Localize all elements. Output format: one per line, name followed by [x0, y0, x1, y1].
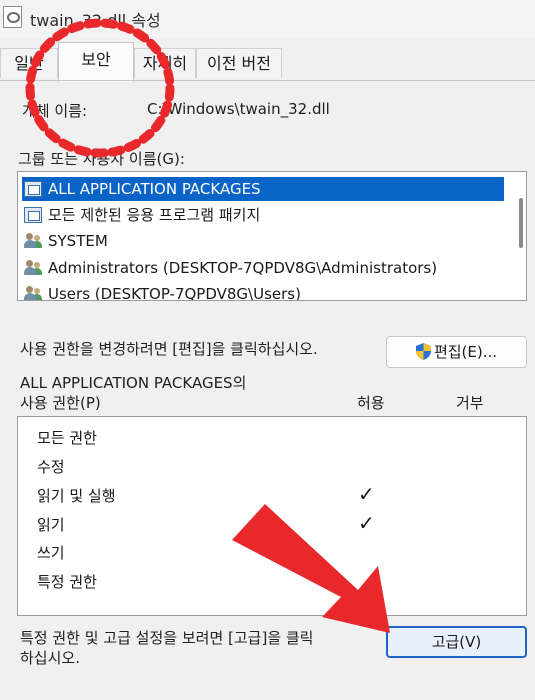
group-item[interactable]: Users (DESKTOP-7QPDV8G\Users): [22, 282, 504, 300]
users-icon: [24, 233, 42, 249]
allow-check-icon: ✓: [358, 482, 375, 506]
group-item[interactable]: ALL APPLICATION PACKAGES: [22, 177, 504, 201]
tab-general[interactable]: 일반: [0, 48, 58, 78]
advanced-button-label: 고급(V): [431, 633, 482, 651]
permission-label: 모든 권한: [37, 429, 97, 447]
groups-listbox[interactable]: ALL APPLICATION PACKAGES 모든 제한된 응용 프로그램 …: [17, 171, 527, 301]
object-name-value: C:\Windows\twain_32.dll: [147, 100, 330, 118]
permissions-subheader: 사용 권한(P): [20, 394, 101, 412]
allow-column-header: 허용: [357, 394, 385, 412]
advanced-hint-line2: 하십시오.: [20, 649, 80, 667]
group-item[interactable]: SYSTEM: [22, 229, 504, 253]
group-item-label: SYSTEM: [48, 232, 108, 250]
permission-label: 쓰기: [37, 544, 65, 562]
package-icon: [24, 181, 42, 197]
groups-scrollbar[interactable]: [519, 198, 523, 248]
users-icon: [24, 286, 42, 300]
edit-button[interactable]: 편집(E)...: [386, 336, 527, 368]
tab-security[interactable]: 보안: [58, 42, 134, 82]
permission-label: 읽기: [37, 516, 65, 534]
deny-column-header: 거부: [456, 394, 484, 412]
tab-previous-versions[interactable]: 이전 버전: [196, 48, 282, 78]
group-item[interactable]: Administrators (DESKTOP-7QPDV8G\Administ…: [22, 256, 504, 280]
title-bar: twain_32.dll 속성: [0, 0, 535, 38]
window-title: twain_32.dll 속성: [30, 11, 161, 30]
tab-details-label: 자세히: [142, 54, 188, 73]
tab-previous-versions-label: 이전 버전: [207, 54, 271, 73]
file-properties-icon: [3, 6, 22, 28]
group-item-label: Administrators (DESKTOP-7QPDV8G\Administ…: [48, 259, 438, 277]
edit-hint: 사용 권한을 변경하려면 [편집]을 클릭하십시오.: [20, 340, 318, 358]
tab-general-label: 일반: [14, 54, 44, 73]
users-icon: [24, 260, 42, 276]
tab-panel-border: [0, 80, 535, 81]
object-name-label: 개체 이름:: [22, 102, 88, 120]
group-item-label: 모든 제한된 응용 프로그램 패키지: [48, 206, 261, 224]
groups-label: 그룹 또는 사용자 이름(G):: [18, 150, 185, 168]
edit-button-label: 편집(E)...: [433, 343, 498, 361]
group-item-label: Users (DESKTOP-7QPDV8G\Users): [48, 285, 301, 300]
allow-check-icon: ✓: [358, 511, 375, 535]
advanced-button[interactable]: 고급(V): [386, 626, 527, 658]
tab-bar: 일반 보안 자세히 이전 버전: [0, 40, 535, 82]
tab-security-label: 보안: [81, 50, 111, 69]
tab-details[interactable]: 자세히: [134, 48, 196, 78]
package-icon: [24, 207, 42, 223]
uac-shield-icon: [415, 340, 431, 360]
permission-label: 읽기 및 실행: [37, 487, 116, 505]
advanced-hint-line1: 특정 권한 및 고급 설정을 보려면 [고급]을 클릭: [20, 629, 314, 647]
permission-label: 특정 권한: [37, 573, 97, 591]
permission-label: 수정: [37, 458, 65, 476]
group-item[interactable]: 모든 제한된 응용 프로그램 패키지: [22, 203, 504, 227]
permissions-header: ALL APPLICATION PACKAGES의: [20, 374, 247, 392]
group-item-label: ALL APPLICATION PACKAGES: [48, 180, 261, 198]
